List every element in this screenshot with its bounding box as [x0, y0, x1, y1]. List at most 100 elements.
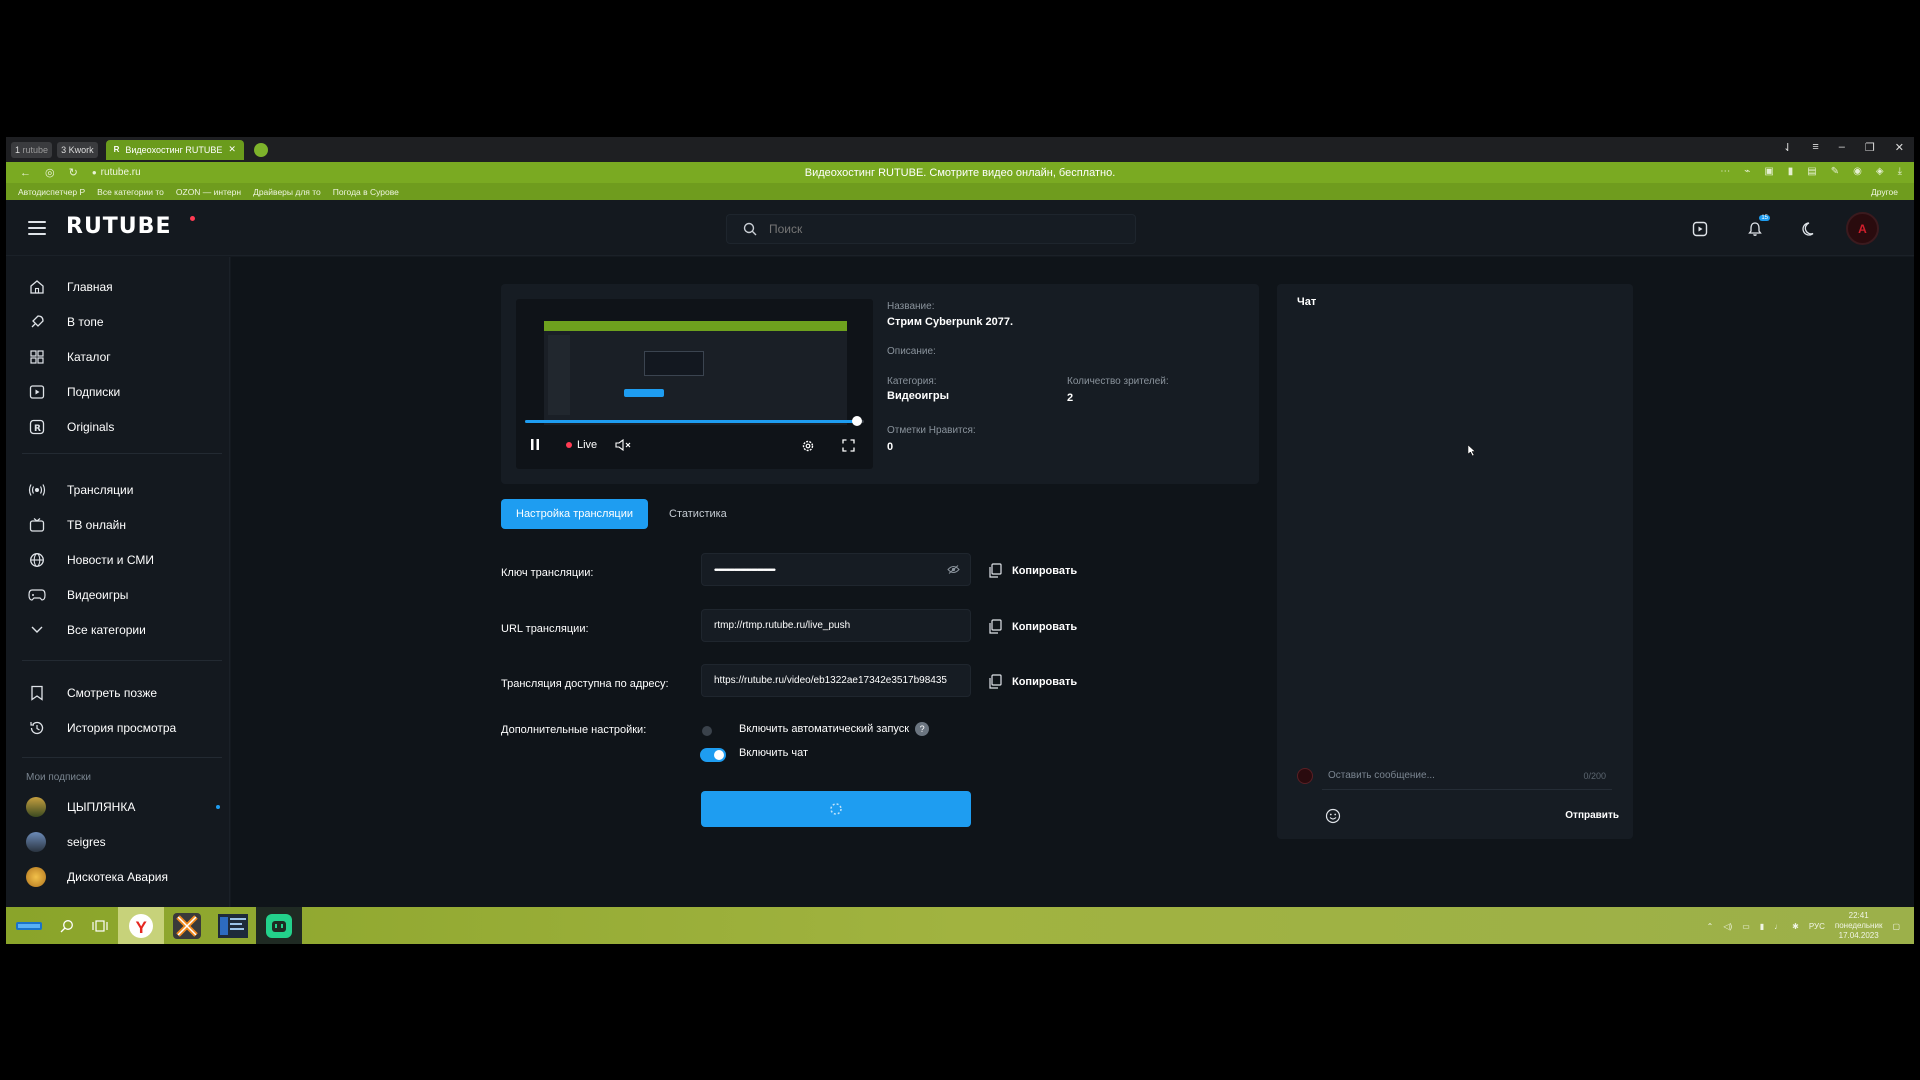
network-icon[interactable]: ▭ [1742, 922, 1750, 931]
fullscreen-button[interactable] [842, 439, 855, 452]
theme-toggle-button[interactable] [1799, 218, 1821, 240]
cast-icon[interactable]: ▤ [1807, 166, 1816, 177]
tab-statistics[interactable]: Статистика [654, 499, 742, 529]
code-editor-icon [218, 913, 248, 938]
sidebar-item-home[interactable]: Главная [6, 272, 230, 302]
tab-group-1[interactable]: 1 rutube [11, 141, 53, 158]
profile-icon[interactable]: ◈ [1876, 166, 1884, 177]
sidebar-item-catalog[interactable]: Каталог [6, 342, 230, 372]
reader-icon[interactable]: ⋯ [1720, 166, 1730, 177]
copy-url-button[interactable]: Копировать [988, 619, 1077, 634]
sidebar-item-news[interactable]: Новости и СМИ [6, 545, 230, 575]
sidebar-sub-seigres[interactable]: seigres [6, 827, 230, 857]
stream-address-field[interactable]: https://rutube.ru/video/eb1322ae17342e35… [701, 664, 971, 697]
taskbar-editor[interactable] [210, 907, 256, 944]
close-window-icon[interactable]: ✕ [1895, 141, 1904, 154]
copy-label: Копировать [1012, 620, 1078, 633]
bookmark-1[interactable]: Автодиспетчер Р [18, 187, 85, 197]
bookmark-star-icon[interactable]: ▮ [1788, 166, 1794, 177]
sidebar-item-label: Новости и СМИ [67, 553, 154, 567]
mouse-cursor-icon [1468, 445, 1476, 456]
menu-icon[interactable]: ≡ [1812, 141, 1818, 154]
vpn-icon[interactable]: ◉ [1853, 166, 1862, 177]
protect-icon[interactable]: ▣ [1764, 166, 1773, 177]
sidebar-item-label: ЦЫПЛЯНКА [67, 800, 136, 814]
copy-address-button[interactable]: Копировать [988, 674, 1077, 689]
bluetooth-icon[interactable]: ✱ [1792, 922, 1799, 931]
search-taskbar-button[interactable] [52, 907, 82, 944]
mute-button[interactable] [615, 439, 633, 451]
language-indicator[interactable]: РУС [1809, 922, 1825, 931]
sidebar-item-broadcasts[interactable]: Трансляции [6, 475, 230, 505]
bookmark-3[interactable]: OZON — интерн [176, 187, 241, 197]
sidebar-sub-avaria[interactable]: Дискотека Авария [6, 862, 230, 892]
volume-icon[interactable]: ◁) [1723, 922, 1732, 931]
send-button[interactable]: Отправить [1565, 810, 1619, 821]
minimize-icon[interactable]: – [1839, 141, 1845, 154]
save-button[interactable] [701, 791, 971, 827]
ext-icon[interactable]: ✎ [1831, 166, 1839, 177]
sidebar-item-tv[interactable]: ТВ онлайн [6, 510, 230, 540]
tab-group-3[interactable]: 3 Kwork [57, 141, 98, 158]
progress-knob[interactable] [852, 416, 863, 426]
task-view-button[interactable] [82, 907, 118, 944]
video-player[interactable]: Live [516, 299, 873, 469]
stream-key-field[interactable]: ••••••••••••••••••••••••••••••••••••••••… [701, 553, 971, 586]
sidebar-item-subscriptions[interactable]: Подписки [6, 377, 230, 407]
search-input[interactable] [769, 222, 1069, 236]
logo-dot [190, 216, 195, 221]
live-indicator[interactable]: Live [566, 439, 597, 451]
start-button[interactable] [6, 907, 52, 944]
stream-url-field[interactable]: rtmp://rtmp.rutube.ru/live_push [701, 609, 971, 642]
sidebar-item-all-categories[interactable]: Все категории [6, 615, 230, 645]
pause-button[interactable] [530, 439, 540, 450]
translate-icon[interactable]: ⌁ [1744, 166, 1750, 177]
copy-icon [989, 674, 1002, 689]
yandex-browser-icon: Y [129, 913, 153, 938]
bookmark-4[interactable]: Драйверы для то [253, 187, 321, 197]
sidebar-item-top[interactable]: В топе [6, 307, 230, 337]
notifications-button[interactable]: 15 [1744, 215, 1770, 240]
mic-icon[interactable]: ♩ [1774, 922, 1782, 931]
search-bar[interactable] [726, 214, 1136, 244]
chat-toggle[interactable] [700, 748, 726, 762]
taskbar-xampp[interactable] [164, 907, 210, 944]
sidebar-item-history[interactable]: История просмотра [6, 713, 230, 743]
chat-message-input[interactable]: Оставить сообщение... 0/200 [1322, 762, 1612, 790]
bookmark-5[interactable]: Погода в Сурове [333, 187, 399, 197]
clock-date: 17.04.2023 [1838, 931, 1879, 940]
upload-button[interactable] [1689, 218, 1711, 240]
tray-overflow-icon[interactable]: ⌃ [1707, 922, 1714, 931]
sidebar-item-watch-later[interactable]: Смотреть позже [6, 678, 230, 708]
bookmark-2[interactable]: Все категории то [97, 187, 164, 197]
sidebar-sub-chiplyanka[interactable]: ЦЫПЛЯНКА [6, 792, 230, 822]
menu-burger-icon[interactable] [28, 221, 46, 235]
autostart-toggle[interactable] [702, 726, 712, 736]
live-label: Live [577, 439, 598, 451]
screen: 1 rutube 3 Kwork R Видеохостинг RUTUBE ✕… [0, 0, 1920, 1080]
user-avatar[interactable]: A [1846, 212, 1879, 245]
eye-icon[interactable] [947, 565, 960, 574]
help-icon[interactable]: ? [915, 722, 930, 736]
close-tab-icon[interactable]: ✕ [228, 144, 236, 155]
taskbar-yandex-browser[interactable]: Y [118, 907, 164, 944]
maximize-icon[interactable]: ❐ [1865, 141, 1875, 154]
progress-bar[interactable] [525, 416, 864, 426]
settings-button[interactable] [801, 439, 815, 453]
notification-center-icon[interactable]: ▢ [1892, 922, 1900, 931]
sidebar-item-originals[interactable]: R Originals [6, 412, 230, 442]
copy-key-button[interactable]: Копировать [988, 563, 1077, 578]
clock[interactable]: 22:41 понедельник 17.04.2023 [1835, 911, 1883, 941]
download-icon[interactable]: ⤓ [1898, 166, 1902, 177]
tab-rutube[interactable]: R Видеохостинг RUTUBE ✕ [105, 139, 244, 160]
emoji-icon[interactable] [1325, 808, 1341, 824]
rocket-icon [28, 313, 46, 331]
rutube-logo[interactable]: RUTUBE [66, 214, 171, 239]
battery-icon[interactable]: ▮ [1760, 922, 1764, 931]
pin-icon[interactable]: ⇃ [1783, 141, 1792, 154]
bookmarks-other[interactable]: Другое [1871, 187, 1898, 197]
new-tab-button[interactable] [253, 142, 268, 157]
sidebar-item-games[interactable]: Видеоигры [6, 580, 230, 610]
taskbar-streaming-app[interactable] [256, 907, 302, 944]
tab-stream-settings[interactable]: Настройка трансляции [501, 499, 649, 529]
